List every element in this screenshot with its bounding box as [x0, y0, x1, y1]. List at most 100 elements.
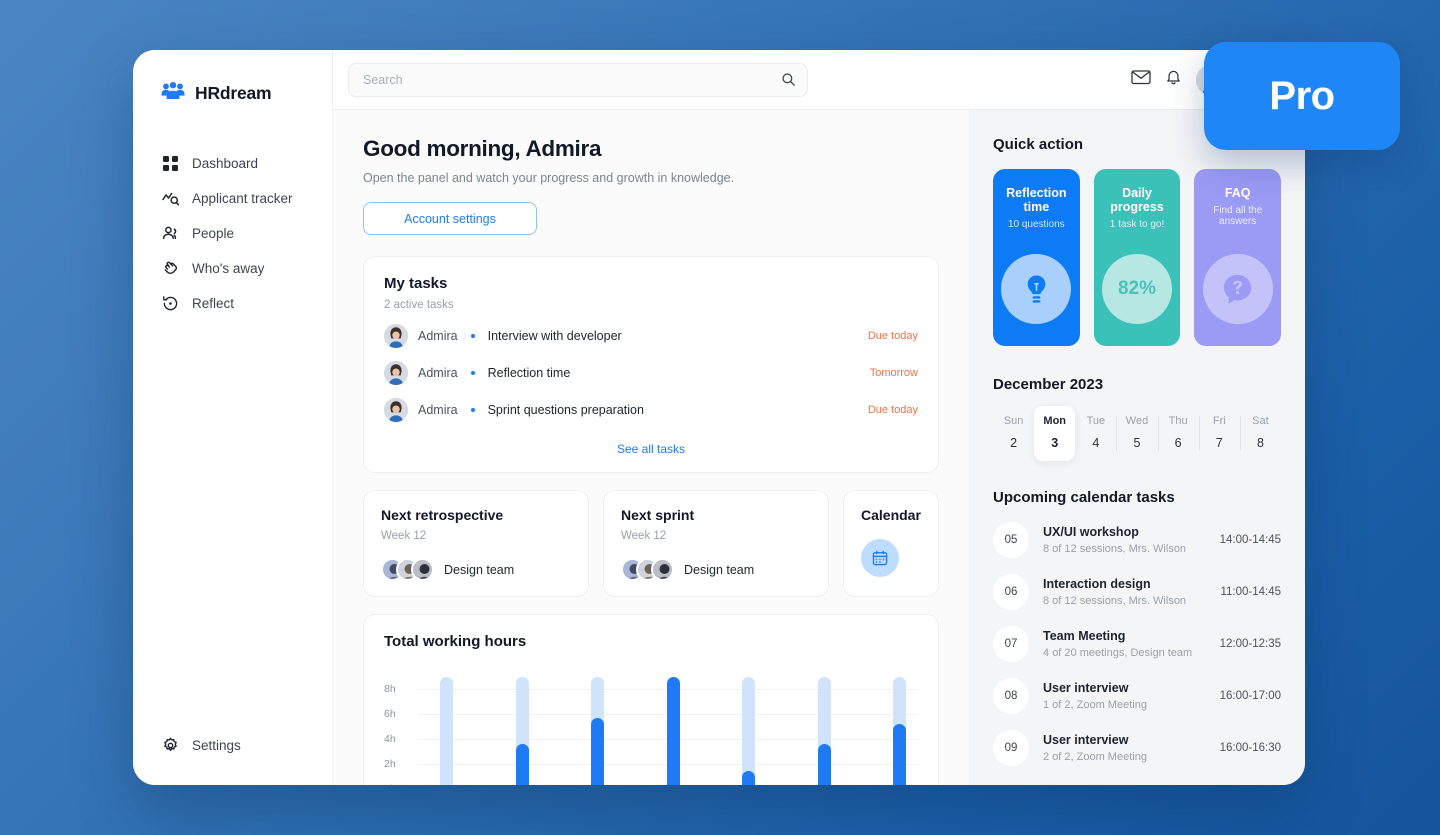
quick-action-title-text: FAQ [1202, 186, 1273, 200]
upcoming-task-subtitle: 2 of 2, Zoom Meeting [1043, 751, 1147, 763]
y-axis-tick: 8h [384, 683, 396, 695]
upcoming-task-day-badge: 08 [993, 678, 1029, 714]
bar-fill [742, 771, 755, 785]
search-input[interactable] [348, 63, 808, 97]
hrdream-logo-icon [161, 82, 185, 105]
upcoming-task-row[interactable]: 07Team Meeting4 of 20 meetings, Design t… [993, 626, 1281, 662]
upcoming-task-info: Interaction design8 of 12 sessions, Mrs.… [1043, 577, 1186, 607]
page-title: Good morning, Admira [363, 136, 939, 162]
calendar-day[interactable]: Fri7 [1199, 406, 1240, 461]
upcoming-task-subtitle: 8 of 12 sessions, Mrs. Wilson [1043, 595, 1186, 607]
mini-card-footer: Design team [381, 558, 571, 581]
mini-card-subtitle: Week 12 [621, 530, 811, 542]
calendar-day[interactable]: Wed5 [1116, 406, 1157, 461]
avatar-stack [621, 558, 674, 581]
sidebar-item-reflect[interactable]: Reflect [133, 286, 332, 321]
upcoming-task-row[interactable]: 09User interview2 of 2, Zoom Meeting16:0… [993, 730, 1281, 766]
task-owner: Admira [418, 366, 458, 380]
upcoming-task-title: User interview [1043, 733, 1147, 747]
my-tasks-subtitle: 2 active tasks [384, 299, 918, 311]
analytics-search-icon [162, 190, 179, 207]
body-area: Good morning, Admira Open the panel and … [333, 110, 1305, 785]
hand-wave-icon [162, 260, 179, 277]
y-axis-tick: 0h [384, 783, 396, 785]
account-settings-button[interactable]: Account settings [363, 202, 537, 235]
my-tasks-title: My tasks [384, 275, 918, 292]
next-sprint-card[interactable]: Next sprint Week 12 Design team [603, 490, 829, 597]
calendar-day-number: 6 [1158, 436, 1199, 450]
task-due-badge: Due today [868, 404, 918, 416]
sidebar-spacer [133, 321, 332, 692]
calendar-day-number: 7 [1199, 436, 1240, 450]
upcoming-task-time: 11:00-14:45 [1220, 586, 1281, 598]
sidebar-item-applicant-tracker[interactable]: Applicant tracker [133, 181, 332, 216]
bar-track [742, 677, 755, 785]
upcoming-task-title: User interview [1043, 681, 1147, 695]
upcoming-task-day-badge: 05 [993, 522, 1029, 558]
quick-action-reflection-time[interactable]: Reflection time 10 questions [993, 169, 1080, 346]
avatar [651, 558, 674, 581]
avatar [384, 398, 408, 422]
working-hours-chart: 8h 6h 4h 2h 0h [384, 673, 918, 785]
y-axis-tick: 2h [384, 758, 396, 770]
mail-icon[interactable] [1131, 69, 1151, 90]
quick-action-title-text: Reflection time [1001, 186, 1072, 214]
calendar-day[interactable]: Sat8 [1240, 406, 1281, 461]
sidebar-item-dashboard[interactable]: Dashboard [133, 146, 332, 181]
upcoming-task-day-badge: 06 [993, 574, 1029, 610]
calendar-icon [861, 539, 899, 577]
sidebar-item-people[interactable]: People [133, 216, 332, 251]
brand-logo[interactable]: HRdream [133, 50, 332, 110]
upcoming-task-time: 16:00-16:30 [1220, 742, 1281, 754]
task-owner: Admira [418, 329, 458, 343]
quick-action-faq[interactable]: FAQ Find all the answers [1194, 169, 1281, 346]
bar [440, 673, 453, 785]
task-owner: Admira [418, 403, 458, 417]
sidebar-item-label: Dashboard [192, 156, 258, 171]
bar [742, 673, 755, 785]
upcoming-task-info: UX/UI workshop8 of 12 sessions, Mrs. Wil… [1043, 525, 1186, 555]
mini-card-team: Design team [684, 563, 754, 577]
calendar-day[interactable]: Thu6 [1158, 406, 1199, 461]
upcoming-task-title: UX/UI workshop [1043, 525, 1186, 539]
calendar-day[interactable]: Sun2 [993, 406, 1034, 461]
calendar-day-selected[interactable]: Mon3 [1034, 406, 1075, 461]
quick-action-daily-progress[interactable]: Daily progress 1 task to go! 82% [1094, 169, 1181, 346]
mini-card-footer: Design team [621, 558, 811, 581]
calendar-day[interactable]: Tue4 [1075, 406, 1116, 461]
calendar-card[interactable]: Calendar [843, 490, 939, 597]
sidebar-item-settings[interactable]: Settings [133, 728, 332, 763]
search-icon[interactable] [781, 72, 796, 92]
upcoming-tasks-list: 05UX/UI workshop8 of 12 sessions, Mrs. W… [993, 522, 1281, 766]
gear-icon [162, 737, 179, 754]
pro-badge[interactable]: Pro [1204, 42, 1400, 150]
task-row[interactable]: Admira Sprint questions preparation Due … [384, 398, 918, 422]
avatar [384, 324, 408, 348]
bar-fill [893, 724, 906, 785]
sidebar-item-label: Reflect [192, 296, 234, 311]
bell-icon[interactable] [1165, 69, 1182, 91]
upcoming-task-row[interactable]: 06 Interaction design8 of 12 sessions, Mr… [993, 574, 1281, 610]
my-tasks-card: My tasks 2 active tasks Admira Interview… [363, 256, 939, 473]
bullet-dot-icon [471, 408, 475, 412]
upcoming-task-row[interactable]: 08User interview1 of 2, Zoom Meeting16:0… [993, 678, 1281, 714]
sidebar-item-whos-away[interactable]: Who's away [133, 251, 332, 286]
task-row[interactable]: Admira Reflection time Tomorrow [384, 361, 918, 385]
app-window: HRdream Dashboard Applicant trac [133, 50, 1305, 785]
task-name: Reflection time [488, 366, 571, 380]
pro-badge-label: Pro [1269, 74, 1334, 119]
calendar-day-name: Sat [1240, 415, 1281, 427]
calendar-card-title: Calendar [861, 507, 921, 523]
task-due-badge: Tomorrow [870, 367, 918, 379]
next-retrospective-card[interactable]: Next retrospective Week 12 Design team [363, 490, 589, 597]
task-row[interactable]: Admira Interview with developer Due toda… [384, 324, 918, 348]
topbar: Admira [333, 50, 1305, 110]
y-axis-tick: 4h [384, 733, 396, 745]
brand-name: HRdream [195, 83, 271, 104]
upcoming-task-row[interactable]: 05 UX/UI workshop8 of 12 sessions, Mrs. W… [993, 522, 1281, 558]
calendar-month-title: December 2023 [993, 376, 1281, 393]
upcoming-task-time: 16:00-17:00 [1220, 690, 1281, 702]
avatar [384, 361, 408, 385]
see-all-tasks-link[interactable]: See all tasks [384, 442, 918, 456]
quick-action-subtitle: Find all the answers [1202, 205, 1273, 227]
